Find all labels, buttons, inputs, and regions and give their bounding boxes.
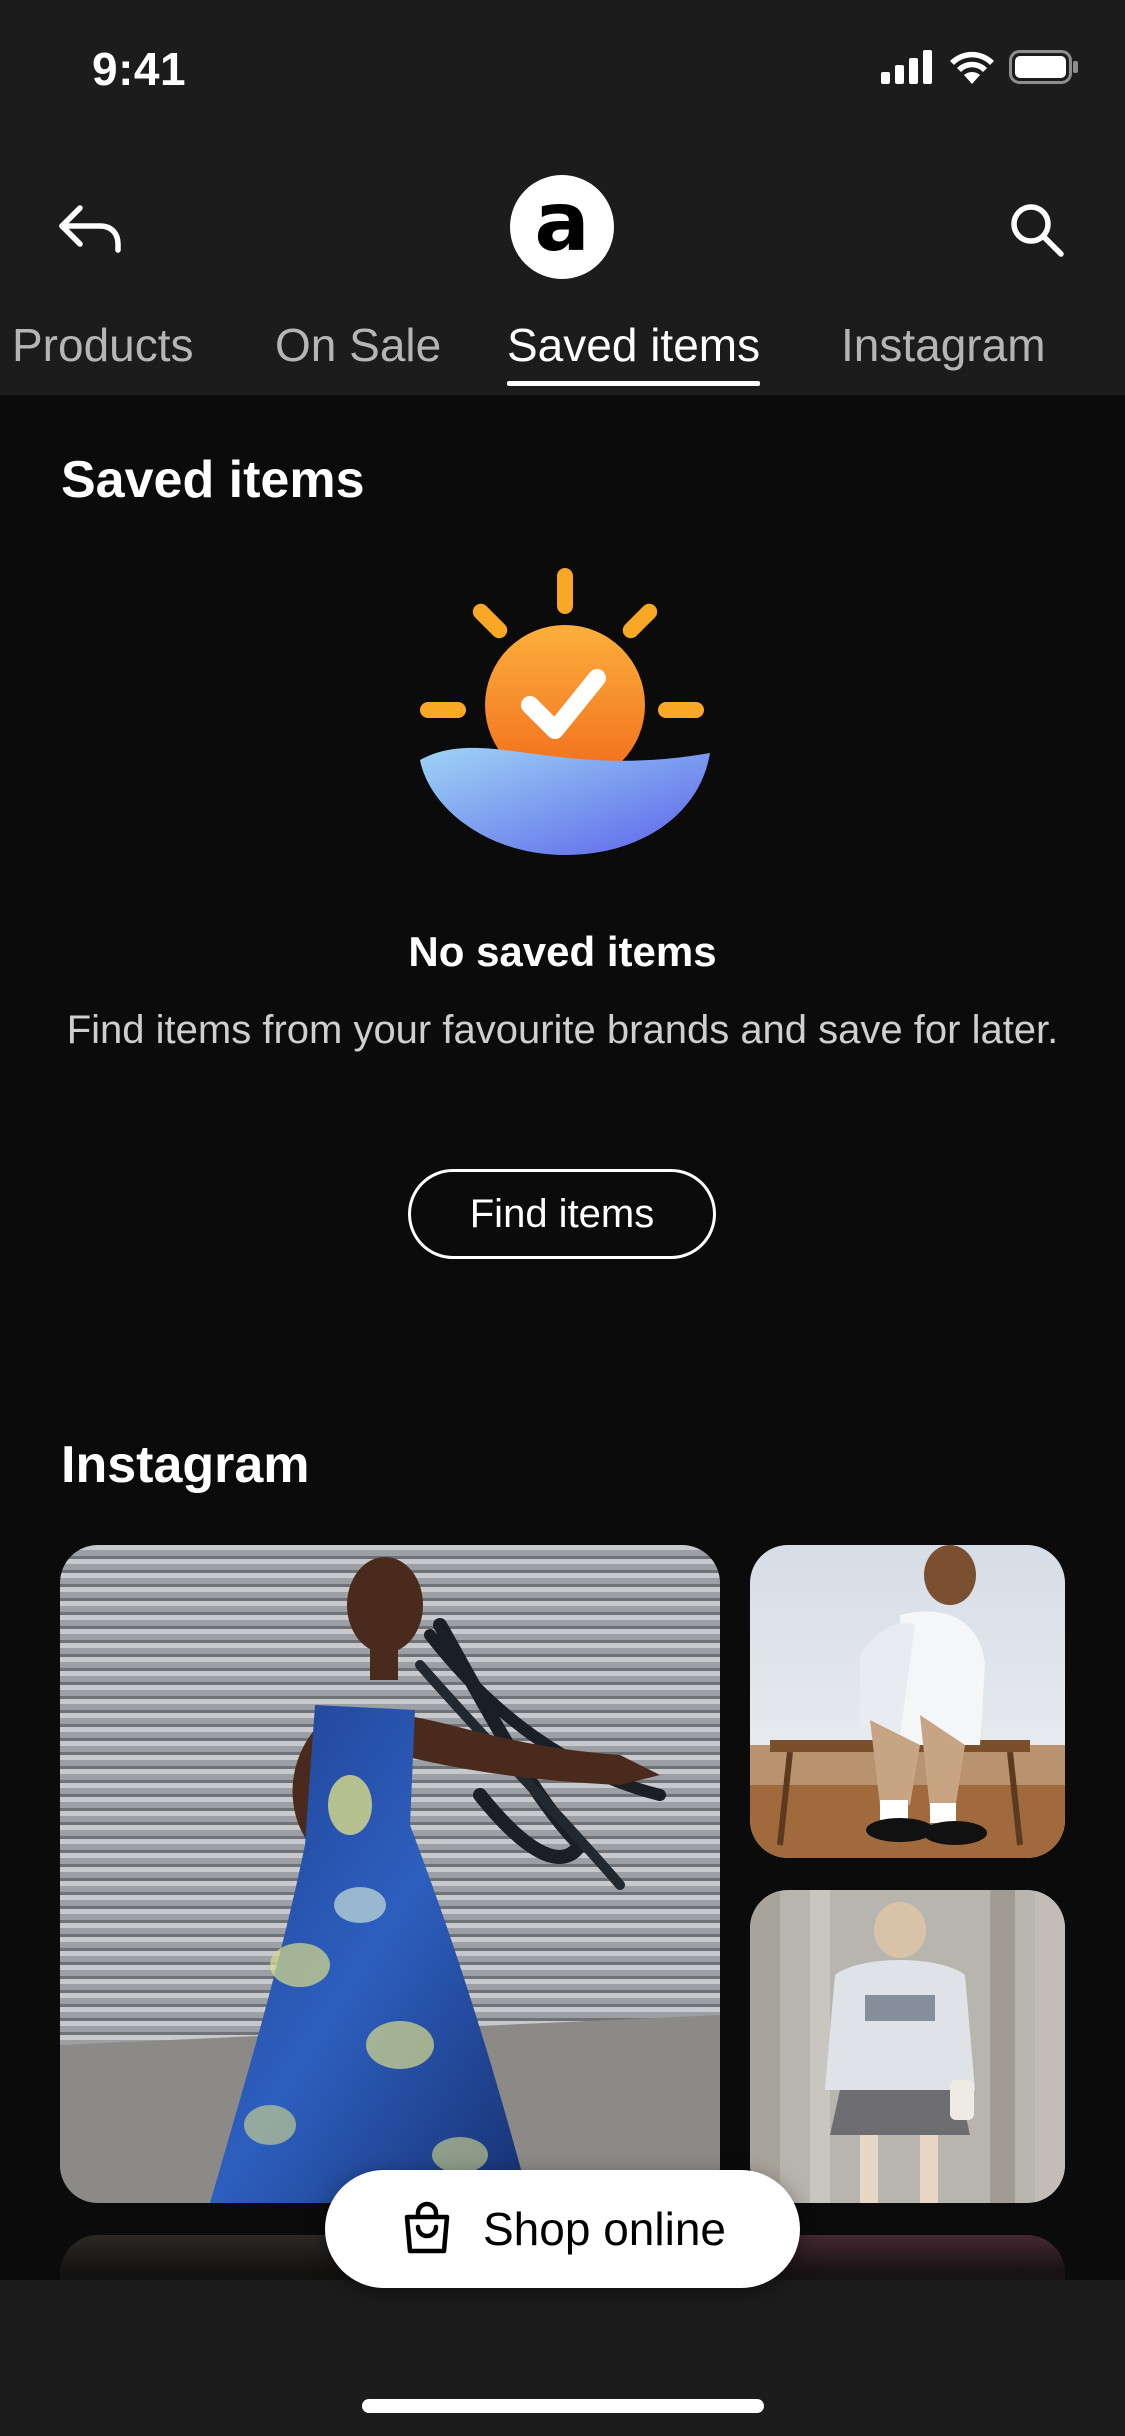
signal-icon: [881, 50, 932, 84]
tab-instagram[interactable]: Instagram: [841, 318, 1046, 372]
home-indicator: [362, 2399, 764, 2413]
instagram-photo-tile[interactable]: [750, 1890, 1065, 2203]
status-icons: [881, 50, 1079, 84]
back-arrow-icon[interactable]: [54, 198, 126, 262]
tab-products[interactable]: Products: [12, 318, 194, 372]
instagram-photo-tile[interactable]: [60, 1545, 720, 2203]
search-icon[interactable]: [1005, 198, 1069, 262]
sun-check-illustration: [420, 568, 710, 855]
empty-state-description: Find items from your favourite brands an…: [66, 1008, 1059, 1052]
saved-items-heading: Saved items: [61, 451, 365, 509]
instagram-photo-sitting: [750, 1545, 1065, 1858]
status-bar: 9:41: [0, 0, 1125, 140]
battery-icon: [1009, 50, 1078, 84]
tab-saved-items[interactable]: Saved items: [507, 318, 761, 386]
instagram-heading: Instagram: [61, 1436, 310, 1494]
wifi-icon: [950, 51, 994, 84]
tab-on-sale[interactable]: On Sale: [275, 318, 441, 372]
find-items-button[interactable]: Find items: [408, 1169, 716, 1259]
logo-letter: a: [534, 175, 590, 270]
instagram-photo-dress: [60, 1545, 720, 2203]
tab-bar: Products On Sale Saved items Instagram: [0, 318, 1125, 388]
bag-icon: [404, 2201, 450, 2254]
instagram-photo-tile[interactable]: [750, 1545, 1065, 1858]
instagram-photo-sweater: [750, 1890, 1065, 2203]
status-time: 9:41: [92, 43, 187, 95]
brand-logo[interactable]: a: [510, 175, 614, 279]
empty-state-title: No saved items: [408, 928, 717, 975]
shop-online-button[interactable]: Shop online: [325, 2170, 800, 2288]
nav-row: a: [0, 170, 1125, 290]
shop-online-label: Shop online: [483, 2203, 726, 2255]
top-bar: 9:41 a Products On Sale Saved items Inst…: [0, 0, 1125, 395]
